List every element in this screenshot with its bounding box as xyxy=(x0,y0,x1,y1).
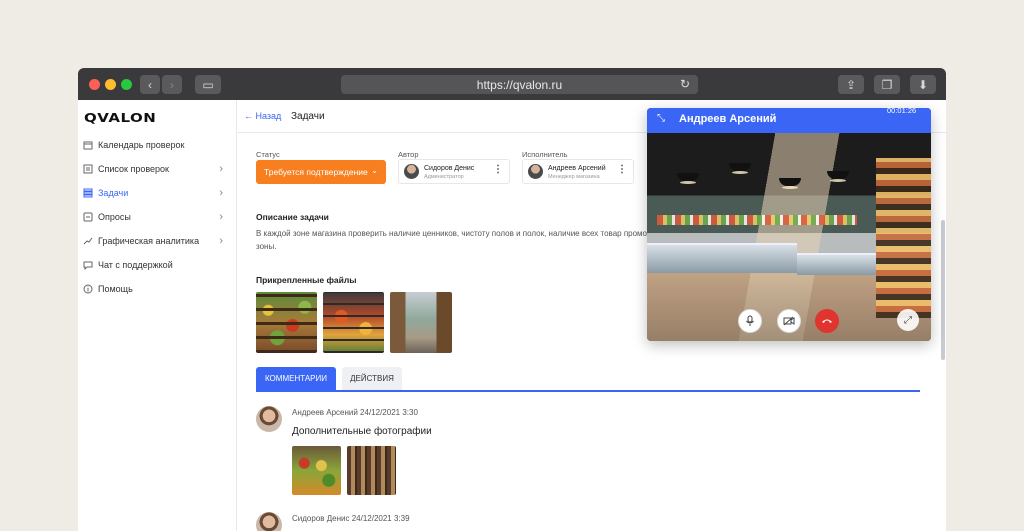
survey-icon xyxy=(83,212,93,222)
minimize-icon[interactable]: ⤡ xyxy=(657,113,665,124)
sidebar-item-surveys[interactable]: Опросы › xyxy=(83,208,231,226)
sidebar-item-label: Календарь проверок xyxy=(98,140,185,150)
sidebar-item-calendar[interactable]: Календарь проверок xyxy=(83,136,231,154)
app-logo[interactable]: QVALON xyxy=(84,110,156,125)
forward-arrow-icon[interactable]: › xyxy=(162,75,182,94)
sidebar-item-label: Задачи xyxy=(98,188,129,198)
calendar-icon xyxy=(83,140,93,150)
sidebar-item-label: Чат с поддержкой xyxy=(98,260,173,270)
sidebar-item-label: Помощь xyxy=(98,284,133,294)
sidebar-item-analytics[interactable]: Графическая аналитика › xyxy=(83,232,231,250)
info-icon xyxy=(83,284,93,294)
caller-name: Андреев Арсений xyxy=(679,113,777,125)
sidebar-item-support-chat[interactable]: Чат с поддержкой xyxy=(83,256,231,274)
reload-icon[interactable]: ↻ xyxy=(680,77,690,91)
back-arrow-icon[interactable]: ‹ xyxy=(140,75,160,94)
lamp xyxy=(827,171,849,182)
camera-off-icon[interactable] xyxy=(777,309,801,333)
chevron-right-icon: › xyxy=(219,187,223,199)
shelf-band xyxy=(657,215,857,225)
tabs-icon[interactable]: ❐ xyxy=(874,75,900,94)
close-window-button[interactable] xyxy=(89,79,100,90)
url-text: https://qvalon.ru xyxy=(476,77,563,92)
back-label: Назад xyxy=(255,111,282,121)
counter xyxy=(797,253,877,275)
microphone-icon[interactable] xyxy=(738,309,762,333)
chart-icon xyxy=(83,236,93,246)
maximize-window-button[interactable] xyxy=(121,79,132,90)
hang-up-icon[interactable] xyxy=(815,309,839,333)
call-timer: 00:01:26 xyxy=(887,108,917,115)
lamp xyxy=(779,178,801,189)
sidebar-item-tasks[interactable]: Задачи › xyxy=(83,184,231,202)
back-link[interactable]: ← Назад xyxy=(244,111,281,121)
lamp xyxy=(677,173,699,184)
minimize-window-button[interactable] xyxy=(105,79,116,90)
chevron-right-icon: › xyxy=(219,235,223,247)
lamp xyxy=(729,163,751,174)
checklist-icon xyxy=(83,164,93,174)
page-title: Задачи xyxy=(291,111,325,122)
sidebar-item-label: Список проверок xyxy=(98,164,169,174)
tasks-icon xyxy=(83,188,93,198)
address-bar[interactable]: https://qvalon.ru ↻ xyxy=(341,75,698,94)
video-call-window[interactable]: ⤡ Андреев Арсений 00:01:26 ⤢ xyxy=(647,108,931,341)
chat-icon xyxy=(83,260,93,270)
scrollbar[interactable] xyxy=(941,220,945,360)
fullscreen-icon[interactable]: ⤢ xyxy=(897,309,919,331)
download-icon[interactable]: ⬇ xyxy=(910,75,936,94)
sidebar-toggle-icon[interactable]: ▭ xyxy=(195,75,221,94)
sidebar-item-label: Графическая аналитика xyxy=(98,236,200,246)
browser-titlebar: ‹ › ▭ https://qvalon.ru ↻ ⇪ ❐ ⬇ xyxy=(78,68,946,100)
sidebar-item-label: Опросы xyxy=(98,212,131,222)
right-wall xyxy=(876,158,931,318)
counter xyxy=(647,243,797,273)
chevron-right-icon: › xyxy=(219,211,223,223)
video-call-header: ⤡ Андреев Арсений 00:01:26 xyxy=(647,108,931,133)
sidebar-item-help[interactable]: Помощь xyxy=(83,280,231,298)
chevron-right-icon: › xyxy=(219,163,223,175)
share-icon[interactable]: ⇪ xyxy=(838,75,864,94)
sidebar-item-checklists[interactable]: Список проверок › xyxy=(83,160,231,178)
sidebar: QVALON Календарь проверок Список проверо… xyxy=(78,100,237,531)
